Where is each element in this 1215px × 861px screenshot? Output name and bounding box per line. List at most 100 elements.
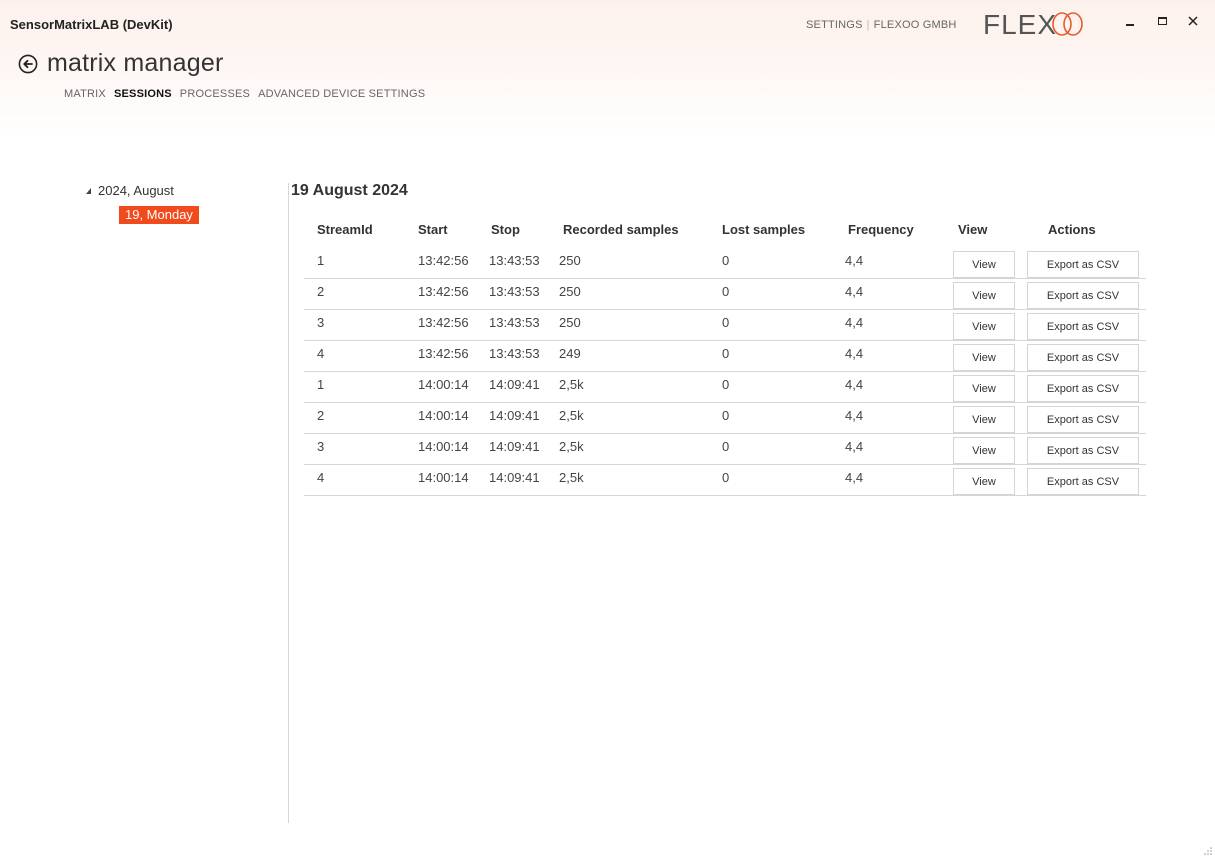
cell-lost-samples: 0 — [722, 408, 730, 423]
cell-stop: 14:09:41 — [489, 408, 540, 423]
view-button[interactable]: View — [953, 437, 1015, 464]
cell-stop: 13:43:53 — [489, 253, 540, 268]
table-row: 3 14:00:14 14:09:41 2,5k 0 4,4 View Expo… — [304, 434, 1146, 465]
table-row: 4 14:00:14 14:09:41 2,5k 0 4,4 View Expo… — [304, 465, 1146, 496]
cell-frequency: 4,4 — [845, 470, 864, 485]
close-icon — [1188, 16, 1198, 26]
cell-streamid: 3 — [317, 439, 325, 454]
cell-recorded-samples: 250 — [559, 284, 581, 299]
cell-start: 14:00:14 — [418, 408, 469, 423]
view-button[interactable]: View — [953, 468, 1015, 495]
back-button[interactable] — [18, 54, 38, 74]
table-row: 2 13:42:56 13:43:53 250 0 4,4 View Expor… — [304, 279, 1146, 310]
cell-streamid: 2 — [317, 284, 325, 299]
tab-processes[interactable]: PROCESSES — [180, 88, 250, 100]
export-csv-button[interactable]: Export as CSV — [1027, 375, 1139, 402]
cell-recorded-samples: 250 — [559, 253, 581, 268]
cell-frequency: 4,4 — [845, 377, 864, 392]
cell-frequency: 4,4 — [845, 346, 864, 361]
export-csv-button[interactable]: Export as CSV — [1027, 406, 1139, 433]
tree-node-label: 2024, August — [98, 183, 174, 198]
cell-start: 14:00:14 — [418, 377, 469, 392]
table-row: 3 13:42:56 13:43:53 250 0 4,4 View Expor… — [304, 310, 1146, 341]
cell-lost-samples: 0 — [722, 284, 730, 299]
svg-text:FLEX: FLEX — [983, 9, 1057, 40]
export-csv-button[interactable]: Export as CSV — [1027, 313, 1139, 340]
cell-recorded-samples: 2,5k — [559, 439, 584, 454]
cell-streamid: 1 — [317, 253, 325, 268]
cell-recorded-samples: 249 — [559, 346, 581, 361]
cell-lost-samples: 0 — [722, 439, 730, 454]
tree-node-2024-august[interactable]: 2024, August — [86, 183, 174, 198]
cell-lost-samples: 0 — [722, 346, 730, 361]
maximize-icon — [1157, 17, 1167, 25]
vertical-divider — [288, 183, 289, 823]
tab-matrix[interactable]: MATRIX — [64, 88, 106, 100]
cell-lost-samples: 0 — [722, 377, 730, 392]
collapse-triangle-icon[interactable] — [86, 187, 91, 194]
column-header-frequency: Frequency — [848, 222, 914, 237]
column-header-view: View — [958, 222, 988, 237]
cell-streamid: 2 — [317, 408, 325, 423]
nav-tabs: MATRIX SESSIONS PROCESSES ADVANCED DEVIC… — [64, 88, 425, 100]
maximize-button[interactable] — [1149, 10, 1175, 32]
export-csv-button[interactable]: Export as CSV — [1027, 468, 1139, 495]
minimize-button[interactable] — [1117, 10, 1143, 32]
settings-link[interactable]: SETTINGS — [806, 19, 863, 31]
cell-start: 13:42:56 — [418, 346, 469, 361]
export-csv-button[interactable]: Export as CSV — [1027, 437, 1139, 464]
close-button[interactable] — [1180, 10, 1206, 32]
sessions-date-heading: 19 August 2024 — [291, 182, 408, 199]
top-links: SETTINGS | FLEXOO GMBH — [806, 19, 957, 31]
table-row: 2 14:00:14 14:09:41 2,5k 0 4,4 View Expo… — [304, 403, 1146, 434]
view-button[interactable]: View — [953, 375, 1015, 402]
cell-frequency: 4,4 — [845, 408, 864, 423]
column-header-lost-samples: Lost samples — [722, 222, 806, 237]
minimize-icon — [1126, 24, 1134, 26]
cell-stop: 13:43:53 — [489, 284, 540, 299]
cell-recorded-samples: 2,5k — [559, 470, 584, 485]
cell-stop: 14:09:41 — [489, 470, 540, 485]
resize-grip-icon[interactable] — [1203, 846, 1213, 856]
view-button[interactable]: View — [953, 344, 1015, 371]
cell-start: 13:42:56 — [418, 284, 469, 299]
cell-streamid: 4 — [317, 470, 325, 485]
cell-lost-samples: 0 — [722, 253, 730, 268]
view-button[interactable]: View — [953, 251, 1015, 278]
view-button[interactable]: View — [953, 282, 1015, 309]
table-row: 4 13:42:56 13:43:53 249 0 4,4 View Expor… — [304, 341, 1146, 372]
cell-start: 13:42:56 — [418, 315, 469, 330]
cell-frequency: 4,4 — [845, 253, 864, 268]
cell-frequency: 4,4 — [845, 439, 864, 454]
view-button[interactable]: View — [953, 406, 1015, 433]
column-header-stop: Stop — [491, 222, 520, 237]
page-title: matrix manager — [47, 49, 224, 77]
tab-advanced-device-settings[interactable]: ADVANCED DEVICE SETTINGS — [258, 88, 425, 100]
cell-start: 14:00:14 — [418, 470, 469, 485]
company-link[interactable]: FLEXOO GMBH — [874, 19, 957, 31]
cell-frequency: 4,4 — [845, 284, 864, 299]
cell-start: 14:00:14 — [418, 439, 469, 454]
cell-recorded-samples: 250 — [559, 315, 581, 330]
tree-node-selected-day[interactable]: 19, Monday — [119, 206, 199, 224]
date-tree: 2024, August 19, Monday — [86, 183, 199, 224]
table-row: 1 14:00:14 14:09:41 2,5k 0 4,4 View Expo… — [304, 372, 1146, 403]
export-csv-button[interactable]: Export as CSV — [1027, 251, 1139, 278]
cell-stop: 14:09:41 — [489, 377, 540, 392]
cell-stop: 13:43:53 — [489, 346, 540, 361]
cell-start: 13:42:56 — [418, 253, 469, 268]
cell-stop: 13:43:53 — [489, 315, 540, 330]
column-header-start: Start — [418, 222, 448, 237]
app-window: SensorMatrixLAB (DevKit) SETTINGS | FLEXOO… — [0, 0, 1215, 861]
window-title: SensorMatrixLAB (DevKit) — [10, 17, 173, 32]
cell-streamid: 3 — [317, 315, 325, 330]
top-links-separator: | — [866, 19, 870, 31]
export-csv-button[interactable]: Export as CSV — [1027, 344, 1139, 371]
view-button[interactable]: View — [953, 313, 1015, 340]
tab-sessions[interactable]: SESSIONS — [114, 88, 172, 100]
cell-recorded-samples: 2,5k — [559, 377, 584, 392]
flexoo-logo: FLEX — [983, 9, 1083, 40]
column-header-streamid: StreamId — [317, 222, 373, 237]
export-csv-button[interactable]: Export as CSV — [1027, 282, 1139, 309]
cell-streamid: 4 — [317, 346, 325, 361]
